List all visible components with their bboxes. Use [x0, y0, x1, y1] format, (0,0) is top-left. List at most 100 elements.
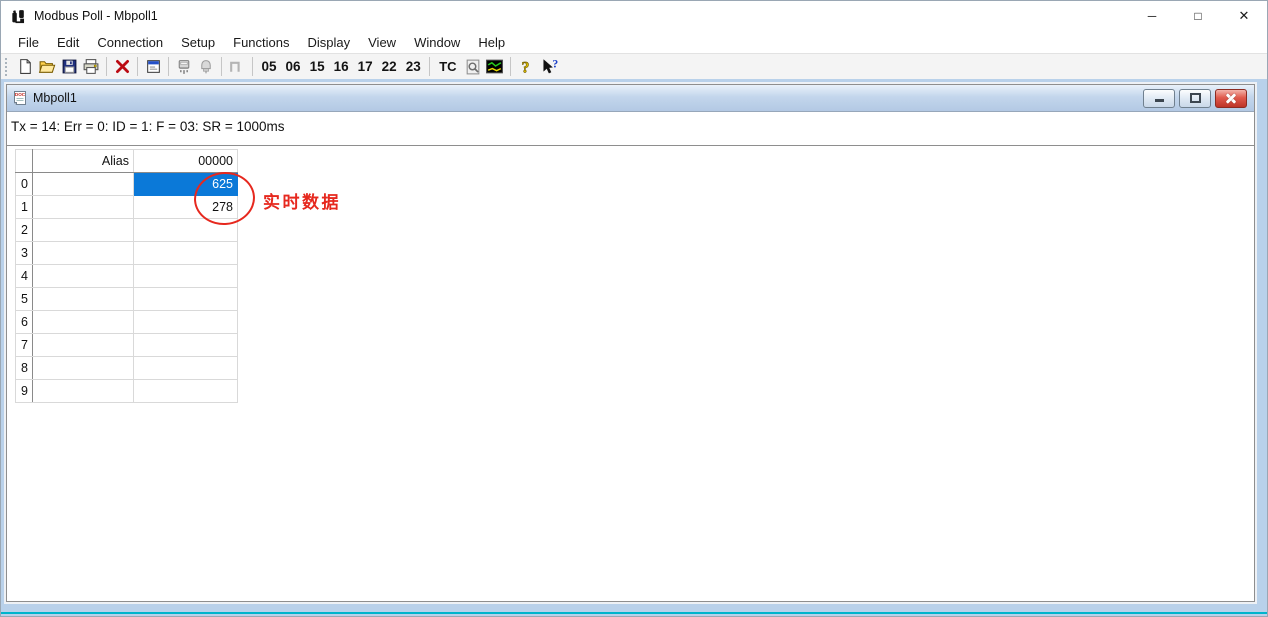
menu-connection[interactable]: Connection — [88, 33, 172, 52]
function-16-button[interactable]: 16 — [329, 59, 353, 74]
toolbar-separator — [168, 57, 169, 76]
grid-row: 9 — [16, 380, 238, 403]
toolbar: 05 06 15 16 17 22 23 TC ? — [1, 53, 1267, 80]
disconnect-button[interactable] — [111, 56, 133, 78]
row-header: 2 — [16, 219, 33, 242]
function-22-button[interactable]: 22 — [377, 59, 401, 74]
value-cell[interactable] — [134, 357, 238, 380]
alias-column-header: Alias — [33, 150, 134, 173]
new-file-button[interactable] — [14, 56, 36, 78]
menu-bar: File Edit Connection Setup Functions Dis… — [1, 31, 1267, 53]
grid-row: 5 — [16, 288, 238, 311]
poll-status-line: Tx = 14: Err = 0: ID = 1: F = 03: SR = 1… — [7, 112, 1254, 146]
grid-corner-header — [16, 150, 33, 173]
setup-window-icon — [145, 58, 162, 75]
save-file-button[interactable] — [58, 56, 80, 78]
toolbar-separator — [221, 57, 222, 76]
restore-glyph — [1190, 93, 1201, 103]
svg-text:?: ? — [552, 58, 558, 71]
print-button[interactable] — [80, 56, 102, 78]
close-glyph — [1226, 93, 1236, 103]
row-header: 4 — [16, 265, 33, 288]
window-title: Modbus Poll - Mbpoll1 — [34, 9, 158, 23]
menu-functions[interactable]: Functions — [224, 33, 298, 52]
alias-cell[interactable] — [33, 242, 134, 265]
tc-button[interactable]: TC — [434, 59, 461, 74]
menu-help[interactable]: Help — [469, 33, 514, 52]
register-grid: Alias 00000 0 625 1 278 — [15, 149, 238, 403]
value-cell[interactable] — [134, 311, 238, 334]
row-header: 3 — [16, 242, 33, 265]
help-button[interactable]: ? — [515, 56, 537, 78]
value-cell[interactable]: 278 — [134, 196, 238, 219]
value-cell[interactable] — [134, 242, 238, 265]
alias-cell[interactable] — [33, 334, 134, 357]
value-cell[interactable] — [134, 265, 238, 288]
grid-row: 7 — [16, 334, 238, 357]
function-05-button[interactable]: 05 — [257, 59, 281, 74]
row-header: 7 — [16, 334, 33, 357]
menu-view[interactable]: View — [359, 33, 405, 52]
grid-row: 2 — [16, 219, 238, 242]
print-icon — [82, 58, 100, 75]
menu-file[interactable]: File — [9, 33, 48, 52]
toolbar-separator — [137, 57, 138, 76]
alias-cell[interactable] — [33, 311, 134, 334]
single-poll-button[interactable] — [226, 56, 248, 78]
mbpoll1-close-button[interactable] — [1215, 89, 1247, 108]
mbpoll1-title: Mbpoll1 — [33, 91, 77, 105]
close-button[interactable]: ✕ — [1221, 1, 1267, 31]
value-cell[interactable] — [134, 219, 238, 242]
test-center-button[interactable] — [462, 56, 484, 78]
function-06-button[interactable]: 06 — [281, 59, 305, 74]
mbpoll1-restore-button[interactable] — [1179, 89, 1211, 108]
alias-cell[interactable] — [33, 173, 134, 196]
grid-row: 8 — [16, 357, 238, 380]
value-cell[interactable] — [134, 380, 238, 403]
mbpoll1-window: DOC Mbpoll1 Tx = 14: Err = 0: ID = 1: F … — [6, 84, 1255, 602]
maximize-button[interactable]: □ — [1175, 1, 1221, 31]
value-cell[interactable] — [134, 288, 238, 311]
setup-window-button[interactable] — [142, 56, 164, 78]
menu-window[interactable]: Window — [405, 33, 469, 52]
alias-cell[interactable] — [33, 288, 134, 311]
open-file-icon — [38, 58, 56, 75]
row-header: 8 — [16, 357, 33, 380]
function-23-button[interactable]: 23 — [401, 59, 425, 74]
context-help-button[interactable]: ? — [537, 56, 563, 78]
grid-row: 3 — [16, 242, 238, 265]
mbpoll1-minimize-button[interactable] — [1143, 89, 1175, 108]
toolbar-separator — [106, 57, 107, 76]
grid-row: 6 — [16, 311, 238, 334]
menu-edit[interactable]: Edit — [48, 33, 88, 52]
value-cell[interactable] — [134, 334, 238, 357]
document-icon: DOC — [12, 90, 28, 106]
alias-cell[interactable] — [33, 219, 134, 242]
minimize-glyph — [1155, 99, 1164, 102]
window-controls: ─ □ ✕ — [1129, 1, 1267, 31]
alias-cell[interactable] — [33, 357, 134, 380]
auto-connect-button[interactable] — [195, 56, 217, 78]
function-17-button[interactable]: 17 — [353, 59, 377, 74]
grid-header-row: Alias 00000 — [16, 150, 238, 173]
row-header: 9 — [16, 380, 33, 403]
mbpoll1-body: Tx = 14: Err = 0: ID = 1: F = 03: SR = 1… — [7, 112, 1254, 601]
open-file-button[interactable] — [36, 56, 58, 78]
communication-traffic-button[interactable] — [484, 56, 506, 78]
menu-display[interactable]: Display — [299, 33, 360, 52]
mbpoll1-title-bar[interactable]: DOC Mbpoll1 — [7, 85, 1254, 112]
alias-cell[interactable] — [33, 265, 134, 288]
help-icon: ? — [517, 58, 534, 76]
alias-cell[interactable] — [33, 196, 134, 219]
disconnect-x-icon — [114, 58, 131, 75]
value-cell-selected[interactable]: 625 — [134, 173, 238, 196]
read-write-definition-button[interactable] — [173, 56, 195, 78]
minimize-button[interactable]: ─ — [1129, 1, 1175, 31]
address-column-header: 00000 — [134, 150, 238, 173]
svg-text:DOC: DOC — [15, 92, 26, 97]
alias-cell[interactable] — [33, 380, 134, 403]
title-bar: Modbus Poll - Mbpoll1 ─ □ ✕ — [1, 1, 1267, 31]
menu-setup[interactable]: Setup — [172, 33, 224, 52]
function-15-button[interactable]: 15 — [305, 59, 329, 74]
modbus-poll-window: Modbus Poll - Mbpoll1 ─ □ ✕ File Edit Co… — [0, 0, 1268, 617]
